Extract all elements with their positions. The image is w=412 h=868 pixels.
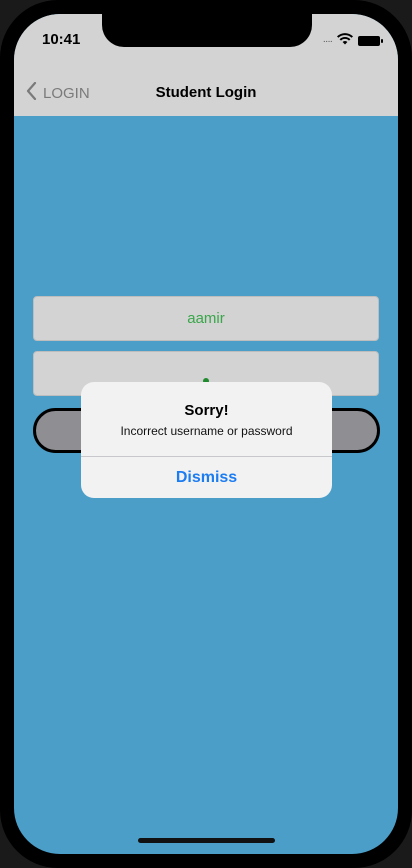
chevron-left-icon bbox=[26, 81, 37, 104]
status-icons: ···· bbox=[322, 32, 383, 50]
back-button[interactable]: LOGIN bbox=[26, 70, 90, 116]
battery-icon bbox=[358, 36, 383, 46]
dismiss-button[interactable]: Dismiss bbox=[81, 457, 332, 498]
home-indicator[interactable] bbox=[138, 838, 275, 843]
app-screen: 10:41 ···· Student Login LOGIN aamir Sor… bbox=[14, 14, 398, 854]
alert-message: Incorrect username or password bbox=[120, 424, 293, 438]
device-notch bbox=[102, 14, 312, 47]
username-value: aamir bbox=[187, 310, 225, 327]
signal-dots-icon: ···· bbox=[322, 35, 333, 47]
status-time: 10:41 bbox=[42, 31, 81, 48]
navigation-bar: Student Login LOGIN bbox=[14, 70, 398, 116]
alert-title: Sorry! bbox=[184, 402, 229, 419]
username-field[interactable]: aamir bbox=[33, 296, 379, 341]
error-alert: Sorry! Incorrect username or password Di… bbox=[81, 382, 332, 498]
device-frame: 10:41 ···· Student Login LOGIN aamir Sor… bbox=[0, 0, 412, 868]
wifi-icon bbox=[337, 32, 353, 50]
back-button-label: LOGIN bbox=[43, 84, 90, 102]
status-bar: 10:41 ···· bbox=[14, 14, 398, 70]
